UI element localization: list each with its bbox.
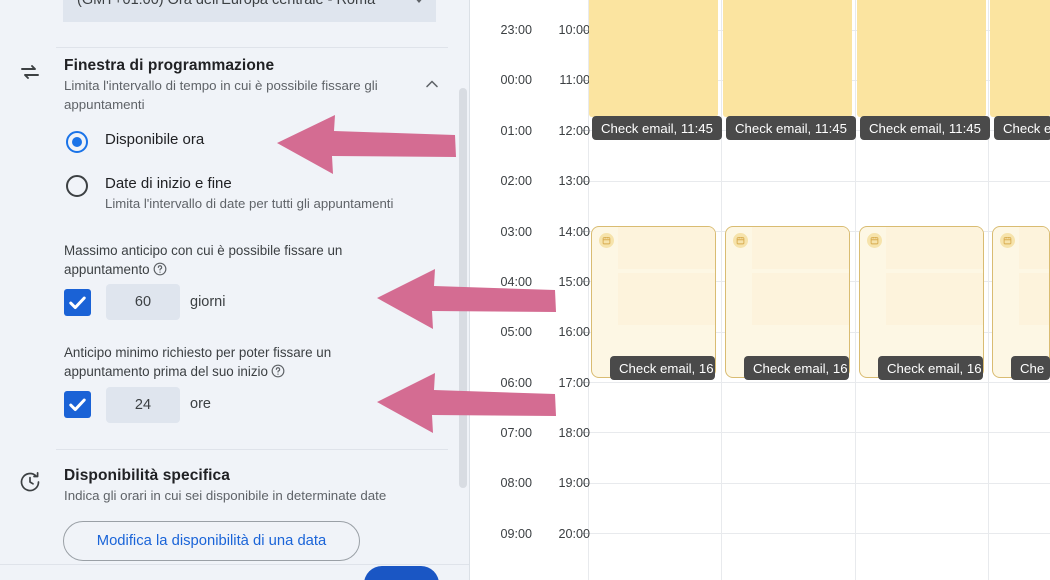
divider-top — [56, 47, 448, 48]
event-inner-band — [752, 273, 849, 325]
arrow-to-available-now — [272, 112, 457, 176]
timezone-value: (GMT+01:00) Ora dell'Europa centrale - R… — [77, 0, 376, 8]
grid-line — [588, 483, 1050, 484]
max-advance-unit: giorni — [190, 294, 226, 310]
calendar-event-block[interactable]: 09:00 – 11:45 — [723, 0, 852, 117]
calendar-event-block[interactable]: 09:00 – 11:45 — [589, 0, 718, 117]
radio-available-now-input[interactable] — [66, 131, 88, 153]
time-label-left: 08:00 — [500, 476, 532, 490]
time-label-right: 10:00 — [558, 23, 590, 37]
divider-bottom — [56, 449, 448, 450]
time-label-left: 01:00 — [500, 124, 532, 138]
event-tooltip: Check email, 16 — [610, 356, 715, 380]
max-advance-checkbox[interactable] — [64, 289, 91, 316]
calendar-event-block[interactable]: 09:00 – 11:45 — [857, 0, 986, 117]
radio-available-now-label: Disponibile ora — [105, 131, 205, 148]
event-tooltip: Check email, 16 — [878, 356, 983, 380]
event-inner-band — [752, 227, 849, 269]
calendar-event-block[interactable]: 09:00 – 11:45 — [990, 0, 1050, 117]
event-inner-band — [618, 273, 715, 325]
column-divider — [721, 0, 722, 580]
scheduling-window-subtitle: Limita l'intervallo di tempo in cui è po… — [64, 78, 378, 113]
event-time-range: 09:00 – 11:45 — [731, 0, 810, 2]
time-label-left: 00:00 — [500, 73, 532, 87]
event-tooltip: Check email, 11:45 — [726, 116, 856, 140]
time-label-right: 19:00 — [558, 476, 590, 490]
chevron-down-icon — [414, 0, 424, 3]
event-inner-band — [1019, 273, 1049, 325]
event-tooltip: Check email, 11:45 — [860, 116, 990, 140]
event-tooltip: Che — [1011, 356, 1050, 380]
max-advance-label: Massimo anticipo con cui è possibile fis… — [64, 241, 394, 280]
specific-availability-title: Disponibilità specifica — [64, 467, 230, 484]
event-inner-band — [618, 227, 715, 269]
calendar-badge-icon — [867, 233, 882, 248]
calendar-badge-icon — [733, 233, 748, 248]
grid-line — [588, 432, 1050, 433]
swap-horizontal-icon — [18, 60, 42, 84]
time-label-right: 12:00 — [558, 124, 590, 138]
event-inner-band — [1019, 227, 1049, 269]
min-notice-label: Anticipo minimo richiesto per poter fiss… — [64, 343, 394, 382]
column-divider — [988, 0, 989, 580]
column-divider — [855, 0, 856, 580]
min-notice-input[interactable]: 24 — [106, 387, 180, 423]
radio-start-end-dates-sublabel: Limita l'intervallo di date per tutti gl… — [105, 196, 394, 211]
max-advance-input[interactable]: 60 — [106, 284, 180, 320]
time-label-left: 09:00 — [500, 527, 532, 541]
timezone-select[interactable]: (GMT+01:00) Ora dell'Europa centrale - R… — [63, 0, 436, 22]
calendar-badge-icon — [1000, 233, 1015, 248]
save-button[interactable] — [364, 566, 439, 580]
grid-line — [588, 533, 1050, 534]
event-inner-band — [886, 273, 983, 325]
chevron-up-icon[interactable] — [422, 74, 442, 94]
arrow-to-min-notice — [372, 370, 557, 436]
calendar-badge-icon — [599, 233, 614, 248]
event-tooltip: Check email, 11:45 — [592, 116, 722, 140]
event-time-range: 09:00 – 11:45 — [597, 0, 676, 2]
screenshot-root: (GMT+01:00) Ora dell'Europa centrale - R… — [0, 0, 1050, 580]
time-label-left: 02:00 — [500, 174, 532, 188]
calendar-grid: 23:00 00:00 01:00 02:00 03:00 04:00 05:0… — [470, 0, 1050, 580]
event-time-range: 09:00 – 11:45 — [865, 0, 944, 2]
radio-start-end-dates-input[interactable] — [66, 175, 88, 197]
arrow-to-max-advance — [372, 266, 557, 332]
time-label-left: 23:00 — [500, 23, 532, 37]
time-label-right: 20:00 — [558, 527, 590, 541]
time-label-left: 03:00 — [500, 225, 532, 239]
min-notice-label-text: Anticipo minimo richiesto per poter fiss… — [64, 345, 332, 380]
event-time-range: 09:00 – 11:45 — [998, 0, 1050, 2]
time-label-right: 11:00 — [559, 73, 590, 87]
time-label-right: 13:00 — [558, 174, 590, 188]
min-notice-unit: ore — [190, 396, 211, 412]
event-tooltip: Check e — [994, 116, 1050, 140]
event-inner-band — [886, 227, 983, 269]
scheduling-window-title: Finestra di programmazione — [64, 57, 275, 74]
max-advance-label-text: Massimo anticipo con cui è possibile fis… — [64, 243, 343, 278]
event-tooltip: Check email, 16 — [744, 356, 849, 380]
grid-line — [588, 181, 1050, 182]
grid-line — [588, 382, 1050, 383]
edit-date-availability-button[interactable]: Modifica la disponibilità di una data — [63, 521, 360, 561]
time-label-right: 14:00 — [558, 225, 590, 239]
radio-start-end-dates-label: Date di inizio e fine — [105, 175, 232, 192]
clock-history-icon — [18, 470, 42, 494]
min-notice-checkbox[interactable] — [64, 391, 91, 418]
help-circle-icon[interactable] — [153, 262, 167, 276]
help-circle-icon[interactable] — [271, 364, 285, 378]
specific-availability-subtitle: Indica gli orari in cui sei disponibile … — [64, 488, 387, 503]
